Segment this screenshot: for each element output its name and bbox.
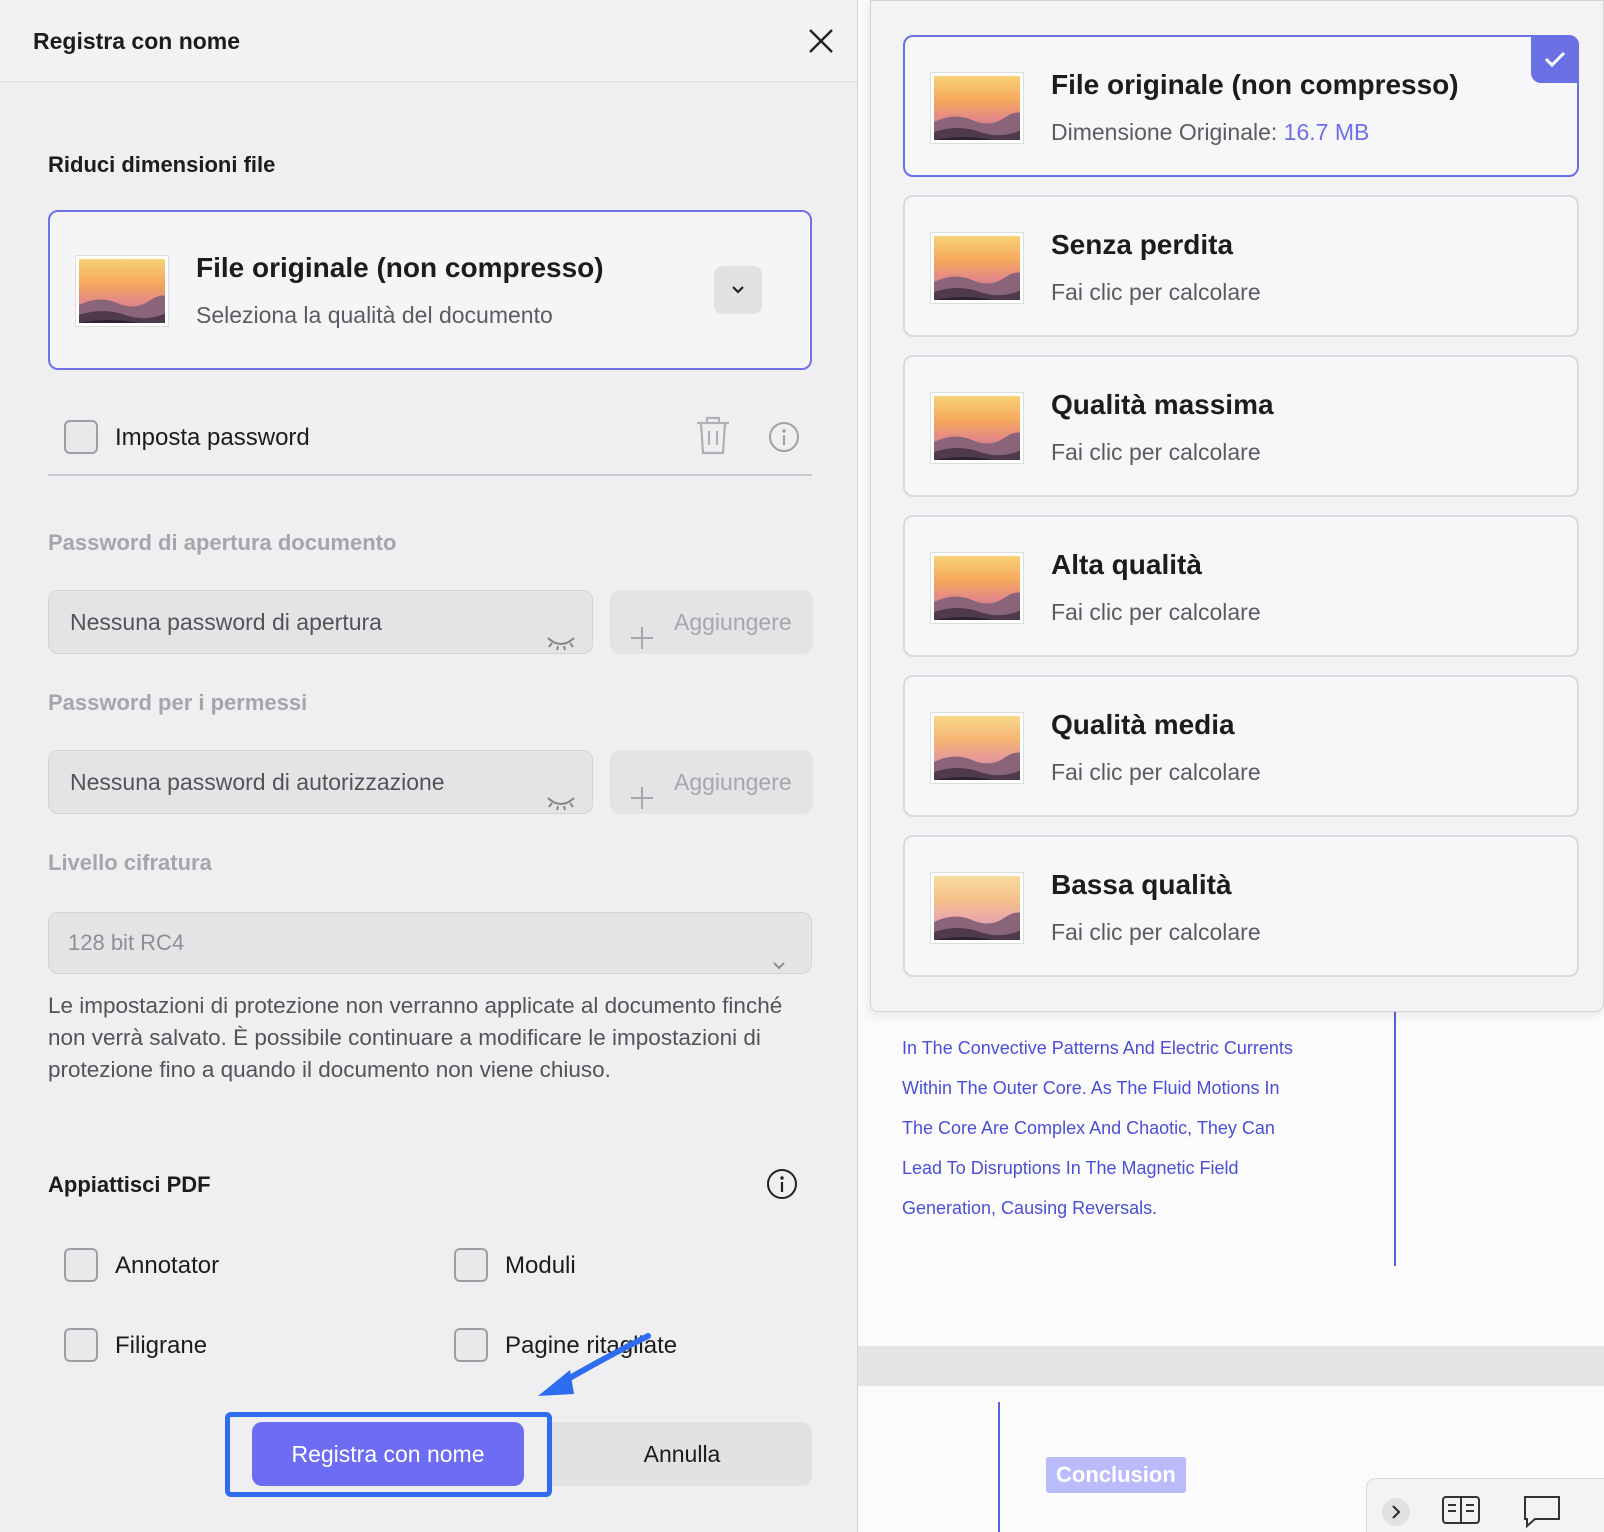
chevron-right-icon[interactable] (1381, 1497, 1411, 1532)
quality-option-high[interactable]: Alta qualità Fai clic per calcolare (903, 515, 1579, 657)
flatten-watermarks-label: Filigrane (115, 1332, 208, 1359)
document-line: Within The Outer Core. As The Fluid Moti… (902, 1078, 1280, 1098)
quality-select-subtitle: Seleziona la qualità del documento (196, 302, 553, 328)
open-password-placeholder: Nessuna password di apertura (70, 609, 382, 635)
dialog-title: Registra con nome (33, 28, 241, 54)
image-thumbnail (931, 393, 1023, 463)
save-as-button[interactable]: Registra con nome (252, 1422, 524, 1486)
open-password-field[interactable]: Nessuna password di apertura (48, 590, 593, 654)
plus-icon (630, 610, 654, 674)
add-open-password-button[interactable]: Aggiungere (610, 590, 813, 654)
quality-select-title: File originale (non compresso) (196, 252, 604, 283)
document-text: In The Convective Patterns And Electric … (902, 1028, 1342, 1228)
image-thumbnail (76, 256, 168, 326)
flatten-forms-checkbox[interactable] (454, 1248, 488, 1282)
quality-option-medium[interactable]: Qualità media Fai clic per calcolare (903, 675, 1579, 817)
eye-closed-icon[interactable] (546, 613, 576, 675)
permission-password-field[interactable]: Nessuna password di autorizzazione (48, 750, 593, 814)
flatten-cropped-pages-checkbox[interactable] (454, 1328, 488, 1362)
permission-password-placeholder: Nessuna password di autorizzazione (70, 769, 445, 795)
quality-option-original[interactable]: File originale (non compresso) Dimension… (903, 35, 1579, 177)
quality-option-lossless[interactable]: Senza perdita Fai clic per calcolare (903, 195, 1579, 337)
file-size: 16.7 MB (1283, 119, 1370, 145)
option-subtitle: Fai clic per calcolare (1051, 759, 1261, 785)
option-title: Bassa qualità (1051, 869, 1232, 900)
option-title: Qualità media (1051, 709, 1235, 740)
open-password-label: Password di apertura documento (48, 530, 397, 555)
document-line: Lead To Disruptions In The Magnetic Fiel… (902, 1158, 1239, 1178)
flatten-annotator-checkbox[interactable] (64, 1248, 98, 1282)
option-subtitle: Fai clic per calcolare (1051, 279, 1261, 305)
quality-dropdown: File originale (non compresso) Dimension… (870, 0, 1604, 1012)
conclusion-heading: Conclusion (1046, 1457, 1186, 1493)
image-thumbnail (931, 873, 1023, 943)
reduce-size-heading: Riduci dimensioni file (48, 152, 276, 177)
document-rule (998, 1402, 1000, 1532)
set-password-checkbox[interactable] (64, 420, 98, 454)
document-toolbar (1366, 1478, 1604, 1532)
size-prefix: Dimensione Originale: (1051, 119, 1284, 145)
permission-password-label: Password per i permessi (48, 690, 308, 715)
reader-icon[interactable] (1441, 1493, 1481, 1532)
quality-option-low[interactable]: Bassa qualità Fai clic per calcolare (903, 835, 1579, 977)
cancel-button[interactable]: Annulla (552, 1422, 812, 1486)
arrow-icon (538, 1333, 651, 1396)
trash-icon[interactable] (694, 414, 732, 461)
save-as-dialog: Registra con nome Riduci dimensioni file… (0, 0, 858, 1532)
document-line: Generation, Causing Reversals. (902, 1198, 1158, 1218)
encryption-select[interactable]: 128 bit RC4 (48, 912, 812, 974)
add-permission-password-button[interactable]: Aggiungere (610, 750, 813, 814)
option-title: Qualità massima (1051, 389, 1274, 420)
document-rule (1394, 1000, 1396, 1266)
option-subtitle: Fai clic per calcolare (1051, 919, 1261, 945)
protection-note: Le impostazioni di protezione non verran… (48, 993, 783, 1082)
dialog-header: Registra con nome (0, 0, 857, 82)
option-subtitle: Dimensione Originale: 16.7 MB (1051, 119, 1369, 146)
encryption-level-label: Livello cifratura (48, 850, 212, 875)
document-line: The Core Are Complex And Chaotic, They C… (902, 1118, 1275, 1138)
encryption-value: 128 bit RC4 (68, 930, 185, 955)
info-icon[interactable] (766, 1168, 798, 1205)
chevron-down-icon (771, 935, 787, 995)
divider (48, 474, 812, 476)
flatten-annotator-label: Annotator (115, 1252, 220, 1279)
option-title: File originale (non compresso) (1051, 69, 1459, 100)
close-icon[interactable] (806, 26, 836, 56)
image-thumbnail (931, 553, 1023, 623)
image-thumbnail (931, 713, 1023, 783)
set-password-label: Imposta password (115, 424, 310, 451)
comment-icon[interactable] (1521, 1493, 1563, 1532)
plus-icon (630, 770, 654, 834)
add-button-label: Aggiungere (674, 769, 792, 795)
option-subtitle: Fai clic per calcolare (1051, 439, 1261, 465)
flatten-watermarks-checkbox[interactable] (64, 1328, 98, 1362)
add-button-label: Aggiungere (674, 609, 792, 635)
info-icon[interactable] (768, 421, 800, 458)
image-thumbnail (931, 233, 1023, 303)
option-title: Senza perdita (1051, 229, 1234, 260)
flatten-pdf-heading: Appiattisci PDF (48, 1172, 211, 1197)
check-icon (1531, 35, 1579, 83)
document-line: In The Convective Patterns And Electric … (902, 1038, 1293, 1058)
chevron-down-icon[interactable] (714, 266, 762, 314)
quality-select[interactable]: File originale (non compresso) Seleziona… (48, 210, 812, 370)
eye-closed-icon[interactable] (546, 773, 576, 835)
flatten-forms-label: Moduli (505, 1252, 576, 1279)
option-title: Alta qualità (1051, 549, 1202, 580)
quality-option-maximum[interactable]: Qualità massima Fai clic per calcolare (903, 355, 1579, 497)
image-thumbnail (931, 73, 1023, 143)
option-subtitle: Fai clic per calcolare (1051, 599, 1261, 625)
